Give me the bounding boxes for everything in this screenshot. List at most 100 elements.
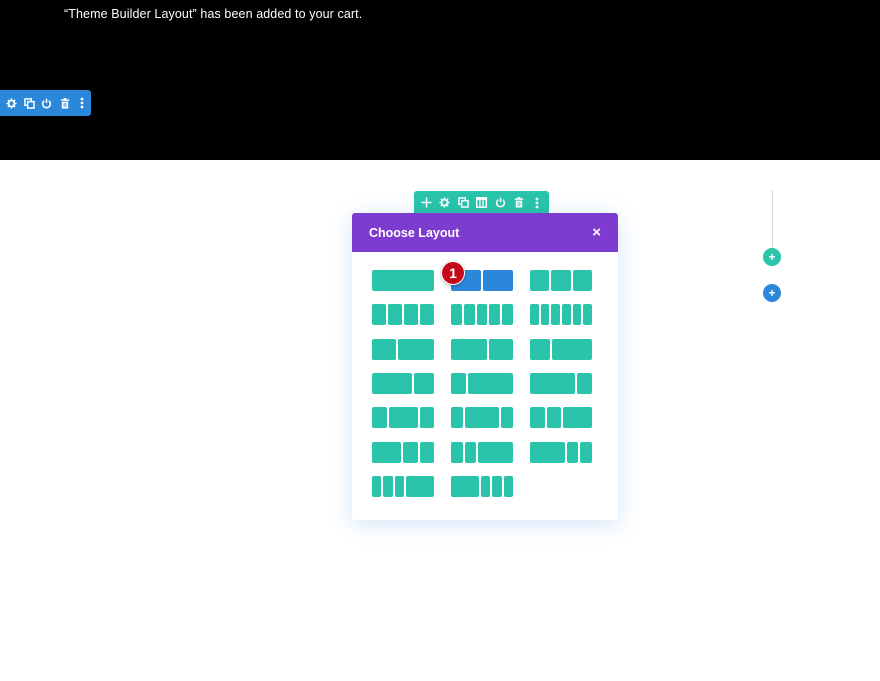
layout-option[interactable] xyxy=(372,270,434,291)
layout-option[interactable] xyxy=(372,442,434,463)
layout-column xyxy=(563,407,592,428)
layout-column xyxy=(372,373,412,394)
layout-column xyxy=(451,304,462,325)
section-delete-button[interactable] xyxy=(56,90,74,116)
layout-column xyxy=(577,373,592,394)
trash-icon xyxy=(60,97,69,109)
cart-notice: “Theme Builder Layout” has been added to… xyxy=(64,7,363,21)
layout-column xyxy=(551,304,560,325)
section-settings-toolbar xyxy=(0,90,91,116)
layout-option[interactable] xyxy=(530,339,592,360)
layout-column xyxy=(530,407,545,428)
row-duplicate-button[interactable] xyxy=(454,191,473,214)
layout-option[interactable] xyxy=(530,407,592,428)
layout-column xyxy=(481,476,491,497)
layout-column xyxy=(398,339,434,360)
add-row-button[interactable]: + xyxy=(763,248,781,266)
layout-option[interactable] xyxy=(530,304,592,325)
layout-column xyxy=(451,373,466,394)
layout-option[interactable] xyxy=(530,270,592,291)
layout-column xyxy=(372,339,396,360)
page: “Theme Builder Layout” has been added to… xyxy=(0,0,880,681)
layout-option[interactable] xyxy=(451,339,513,360)
dark-section: “Theme Builder Layout” has been added to… xyxy=(0,0,880,160)
layout-column xyxy=(476,304,488,325)
layout-option[interactable] xyxy=(372,476,434,497)
layout-column xyxy=(372,442,401,463)
section-duplicate-button[interactable] xyxy=(21,90,39,116)
layout-column xyxy=(394,476,404,497)
power-icon xyxy=(495,197,505,208)
step-callout-badge: 1 xyxy=(441,261,465,285)
layout-column xyxy=(403,442,418,463)
layout-column xyxy=(501,407,513,428)
row-delete-button[interactable] xyxy=(509,191,528,214)
gear-icon xyxy=(439,197,450,208)
layout-option[interactable] xyxy=(451,373,513,394)
layout-option[interactable] xyxy=(372,339,434,360)
layout-column xyxy=(372,304,386,325)
layout-option[interactable] xyxy=(530,442,592,463)
layout-column xyxy=(492,476,502,497)
layout-option[interactable] xyxy=(372,407,434,428)
insert-guide-line xyxy=(772,190,773,248)
layout-column xyxy=(372,270,434,291)
layout-option[interactable] xyxy=(451,304,513,325)
layout-column xyxy=(463,304,475,325)
layout-column xyxy=(405,476,434,497)
layout-column xyxy=(383,476,393,497)
layout-column xyxy=(483,270,513,291)
duplicate-icon xyxy=(457,197,469,208)
add-section-button[interactable]: + xyxy=(763,284,781,302)
layout-column xyxy=(372,476,382,497)
more-icon xyxy=(535,197,539,208)
layout-column xyxy=(530,270,550,291)
row-disable-button[interactable] xyxy=(491,191,510,214)
layout-column xyxy=(451,339,487,360)
layout-column xyxy=(464,407,500,428)
layout-column xyxy=(388,407,418,428)
row-move-button[interactable] xyxy=(417,191,436,214)
section-settings-button[interactable] xyxy=(3,90,21,116)
layout-option[interactable] xyxy=(451,442,513,463)
layout-column xyxy=(572,270,592,291)
section-more-button[interactable] xyxy=(73,90,91,116)
layout-column xyxy=(530,339,550,360)
row-settings-toolbar xyxy=(414,191,549,214)
row-settings-button[interactable] xyxy=(435,191,454,214)
layout-column xyxy=(546,407,561,428)
trash-icon xyxy=(514,197,523,208)
layout-option[interactable] xyxy=(372,373,434,394)
modal-title: Choose Layout xyxy=(369,225,460,240)
layout-column xyxy=(419,442,434,463)
power-icon xyxy=(42,98,52,108)
layout-column xyxy=(388,304,402,325)
row-more-button[interactable] xyxy=(528,191,547,214)
layout-column xyxy=(451,442,463,463)
layout-column xyxy=(572,304,582,325)
layout-column xyxy=(530,373,575,394)
layout-option[interactable] xyxy=(530,373,592,394)
gear-icon xyxy=(6,97,17,109)
layout-option[interactable] xyxy=(372,304,434,325)
columns-icon xyxy=(476,197,487,208)
more-icon xyxy=(80,97,84,109)
layout-column xyxy=(530,442,565,463)
layout-column xyxy=(468,373,513,394)
layout-column xyxy=(503,476,513,497)
layout-column xyxy=(420,304,434,325)
layout-column xyxy=(489,304,501,325)
layout-column xyxy=(552,339,592,360)
section-disable-button[interactable] xyxy=(38,90,56,116)
layout-option[interactable] xyxy=(451,476,513,497)
layout-column xyxy=(566,442,579,463)
modal-header: Choose Layout × xyxy=(352,213,618,252)
layout-column xyxy=(451,476,479,497)
layout-column xyxy=(561,304,571,325)
layout-column xyxy=(502,304,513,325)
row-columns-button[interactable] xyxy=(472,191,491,214)
layout-column xyxy=(551,270,571,291)
layout-option[interactable] xyxy=(451,407,513,428)
duplicate-icon xyxy=(24,97,35,109)
close-icon[interactable]: × xyxy=(592,225,601,240)
